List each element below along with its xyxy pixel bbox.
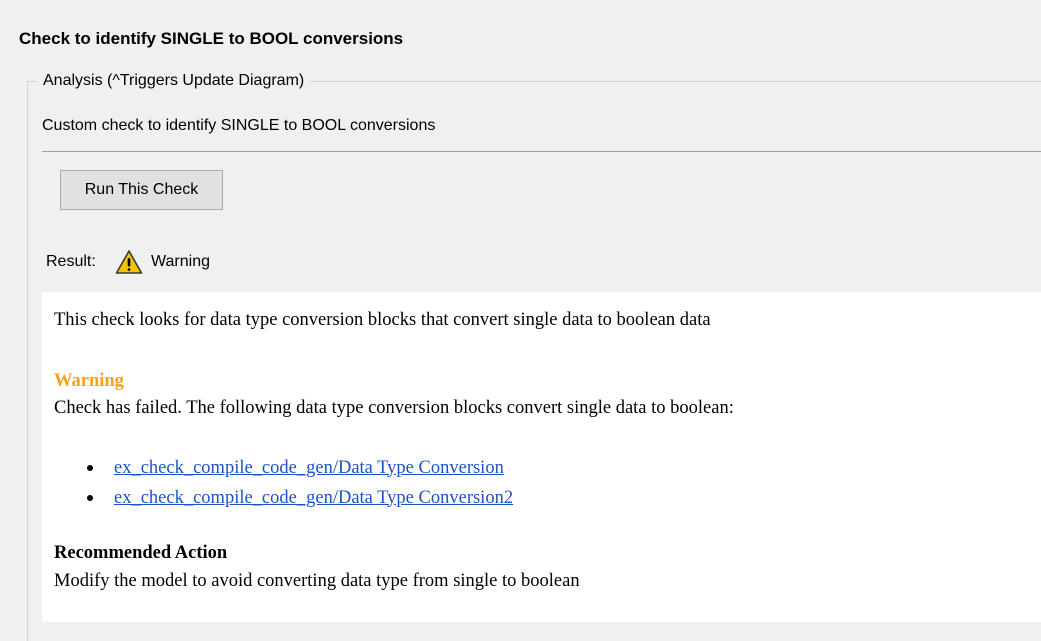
check-description: Custom check to identify SINGLE to BOOL … [42,117,436,134]
description-divider [42,151,1041,152]
list-item: ex_check_compile_code_gen/Data Type Conv… [87,453,513,483]
report-intro: This check looks for data type conversio… [54,310,711,330]
result-row: Result: Warning [46,248,210,276]
block-link-data-type-conversion2[interactable]: ex_check_compile_code_gen/Data Type Conv… [114,488,513,509]
run-this-check-button[interactable]: Run This Check [60,170,223,210]
recommended-action-text: Modify the model to avoid converting dat… [54,571,580,591]
warning-heading: Warning [54,371,124,391]
block-list: ex_check_compile_code_gen/Data Type Conv… [87,453,513,513]
warning-triangle-icon [115,249,143,275]
analysis-legend: Analysis (^Triggers Update Diagram) [37,72,311,90]
bullet-icon [87,495,93,501]
result-label: Result: [46,253,96,270]
bullet-icon [87,465,93,471]
check-title: Check to identify SINGLE to BOOL convers… [19,29,404,48]
report-panel: This check looks for data type conversio… [42,292,1041,622]
recommended-action-heading: Recommended Action [54,543,228,563]
block-link-data-type-conversion[interactable]: ex_check_compile_code_gen/Data Type Conv… [114,458,504,479]
list-item: ex_check_compile_code_gen/Data Type Conv… [87,483,513,513]
result-status: Warning [151,253,210,270]
warning-message: Check has failed. The following data typ… [54,398,734,418]
